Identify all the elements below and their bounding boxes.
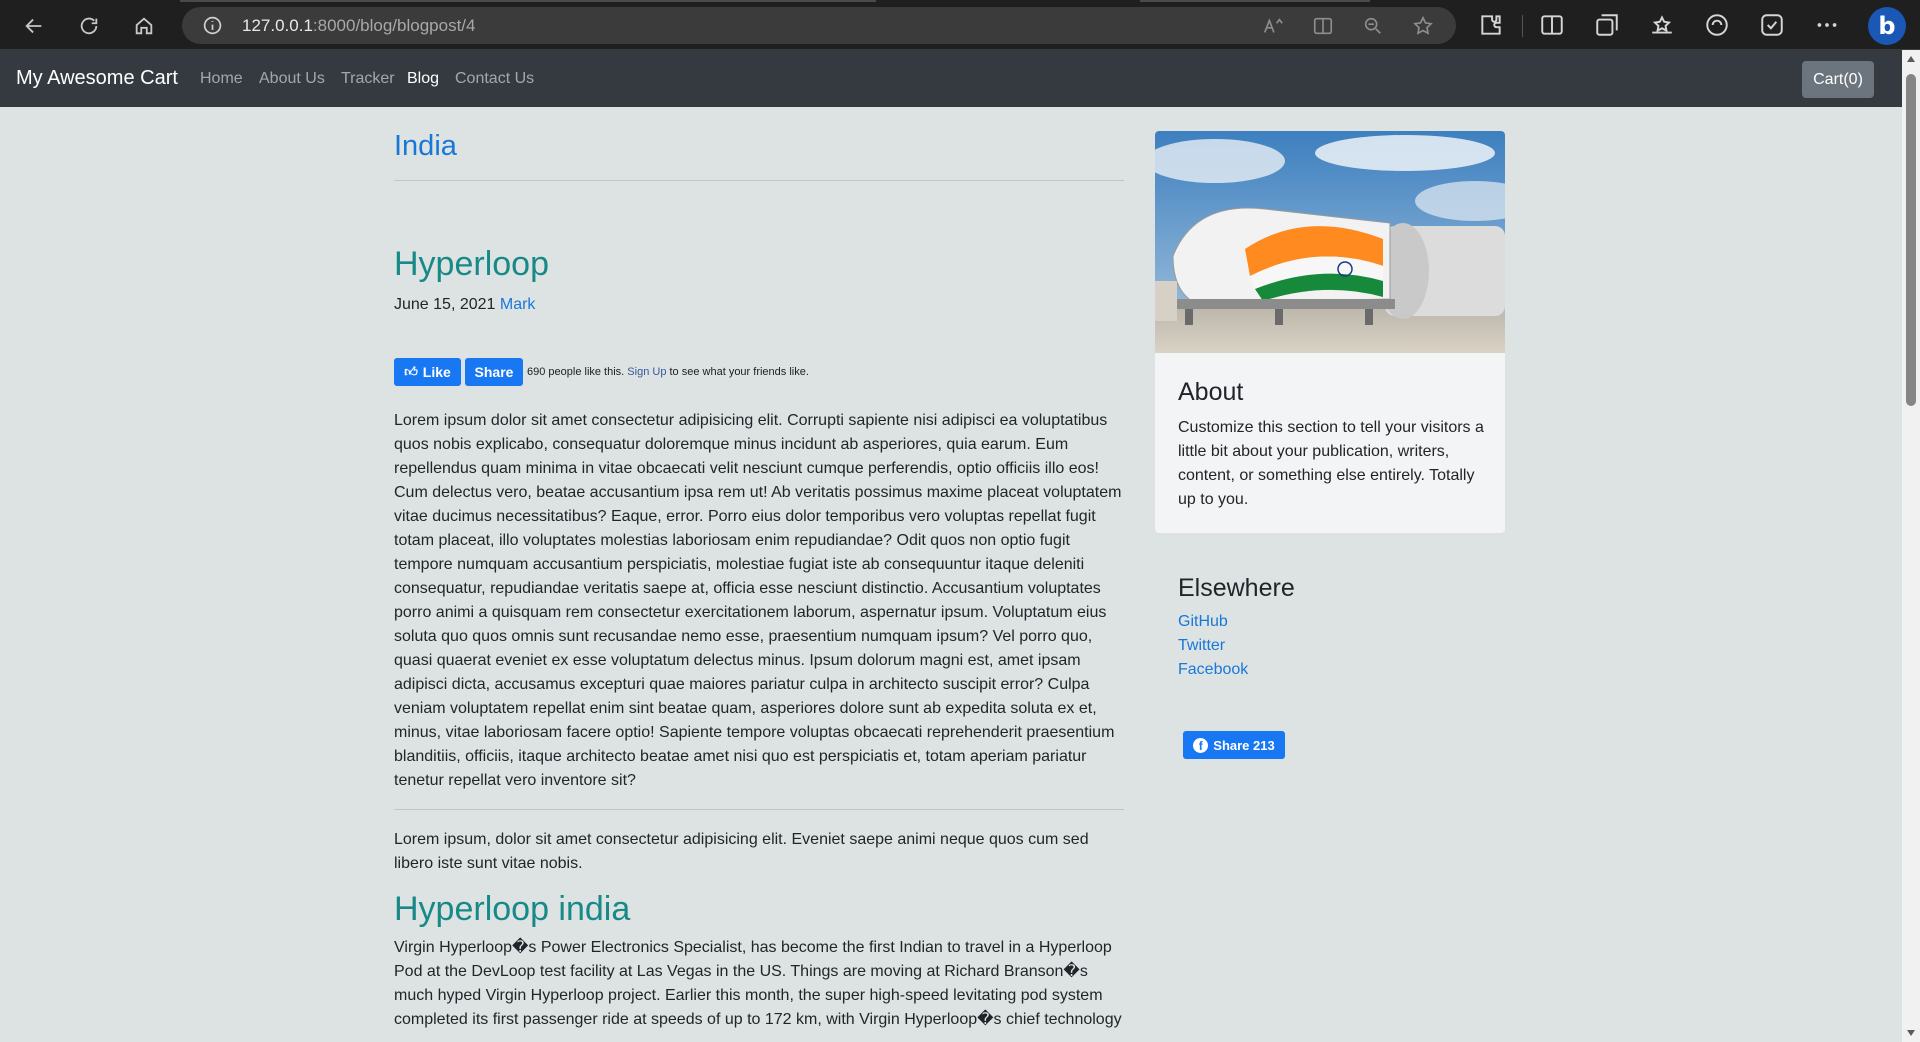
fb-like-count: 690 people like this.	[527, 366, 625, 378]
nav-link-contact-us[interactable]: Contact Us	[455, 70, 534, 88]
link-twitter[interactable]: Twitter	[1178, 637, 1225, 655]
home-button[interactable]	[128, 10, 160, 42]
url-text[interactable]: 127.0.0.1:8000/blog/blogpost/4	[242, 16, 476, 36]
fb-like-button[interactable]: 👍︎ Like	[394, 358, 461, 386]
info-icon[interactable]	[202, 15, 223, 36]
post-paragraph-2: Lorem ipsum, dolor sit amet consectetur …	[394, 831, 1089, 872]
nav-link-blog[interactable]: Blog	[407, 70, 439, 88]
link-github[interactable]: GitHub	[1178, 613, 1228, 631]
refresh-button[interactable]	[73, 10, 105, 42]
thumbs-up-icon: 👍︎	[404, 364, 418, 379]
link-facebook[interactable]: Facebook	[1178, 661, 1248, 679]
back-button[interactable]	[18, 10, 50, 42]
post-category: India	[394, 130, 457, 162]
post-paragraph-1: Lorem ipsum dolor sit amet consectetur a…	[394, 412, 1122, 789]
browser-toolbar: 127.0.0.1:8000/blog/blogpost/4 b	[0, 0, 1920, 50]
hyperloop-pod-image	[1155, 131, 1505, 353]
bing-icon: b	[1878, 12, 1896, 40]
facebook-icon: f	[1193, 737, 1209, 753]
fb-like-label: Like	[422, 364, 451, 380]
refresh-icon	[80, 17, 98, 35]
tab-strip-edge	[1140, 0, 1370, 2]
page-scrollbar[interactable]	[1902, 50, 1920, 1042]
fb-social-suffix: to see what your friends like.	[669, 366, 809, 378]
copilot-feedback-icon[interactable]	[1759, 12, 1785, 38]
favorites-bar-icon[interactable]	[1649, 12, 1675, 38]
read-aloud-icon[interactable]	[1262, 15, 1284, 37]
scroll-up-icon[interactable]	[1907, 56, 1915, 62]
post-author-link[interactable]: Mark	[500, 296, 536, 313]
share-count-label: Share 213	[1213, 737, 1275, 753]
arrow-left-icon	[25, 18, 42, 34]
fb-social-text: 690 people like this. Sign Up to see wha…	[527, 366, 809, 378]
post-paragraph-3: Virgin Hyperloop�s Power Electronics Spe…	[394, 939, 1122, 1028]
about-heading: About	[1178, 378, 1244, 406]
tab-strip-edge	[180, 0, 876, 2]
fb-share-button[interactable]: Share	[465, 358, 523, 386]
site-navbar: My Awesome Cart Home About Us Tracker Bl…	[0, 50, 1902, 107]
favorite-star-icon[interactable]	[1412, 15, 1434, 37]
browser-essentials-icon[interactable]	[1704, 12, 1730, 38]
more-options-icon[interactable]	[1814, 12, 1840, 38]
nav-link-home[interactable]: Home	[200, 70, 243, 88]
post-subheading: Hyperloop india	[394, 890, 631, 928]
nav-link-about-us[interactable]: About Us	[259, 70, 325, 88]
fb-signup-link[interactable]: Sign Up	[627, 366, 666, 378]
zoom-out-icon[interactable]	[1362, 15, 1384, 37]
about-card: About Customize this section to tell you…	[1155, 131, 1505, 533]
divider	[394, 180, 1124, 181]
extensions-icon[interactable]	[1478, 12, 1504, 38]
bing-chat-button[interactable]: b	[1868, 7, 1906, 45]
collections-icon[interactable]	[1594, 12, 1620, 38]
post-meta: June 15, 2021 Mark	[394, 296, 535, 314]
post-date: June 15, 2021	[394, 296, 496, 313]
split-screen-icon[interactable]	[1539, 12, 1565, 38]
url-host: 127.0.0.1	[242, 16, 313, 35]
url-path: :8000/blog/blogpost/4	[312, 16, 476, 35]
immersive-reader-icon[interactable]	[1312, 15, 1334, 37]
post-title: Hyperloop	[394, 245, 549, 283]
cart-button[interactable]: Cart(0)	[1802, 61, 1874, 98]
about-text: Customize this section to tell your visi…	[1178, 419, 1484, 508]
address-bar[interactable]: 127.0.0.1:8000/blog/blogpost/4	[182, 7, 1456, 44]
elsewhere-heading: Elsewhere	[1178, 574, 1295, 602]
home-icon	[135, 17, 153, 35]
scroll-down-icon[interactable]	[1907, 1030, 1915, 1036]
site-brand[interactable]: My Awesome Cart	[16, 67, 178, 90]
divider	[394, 809, 1124, 810]
nav-link-tracker[interactable]: Tracker	[341, 70, 395, 88]
toolbar-divider	[1522, 15, 1523, 37]
fb-share-count-button[interactable]: f Share 213	[1183, 731, 1285, 759]
scroll-thumb[interactable]	[1906, 74, 1916, 406]
